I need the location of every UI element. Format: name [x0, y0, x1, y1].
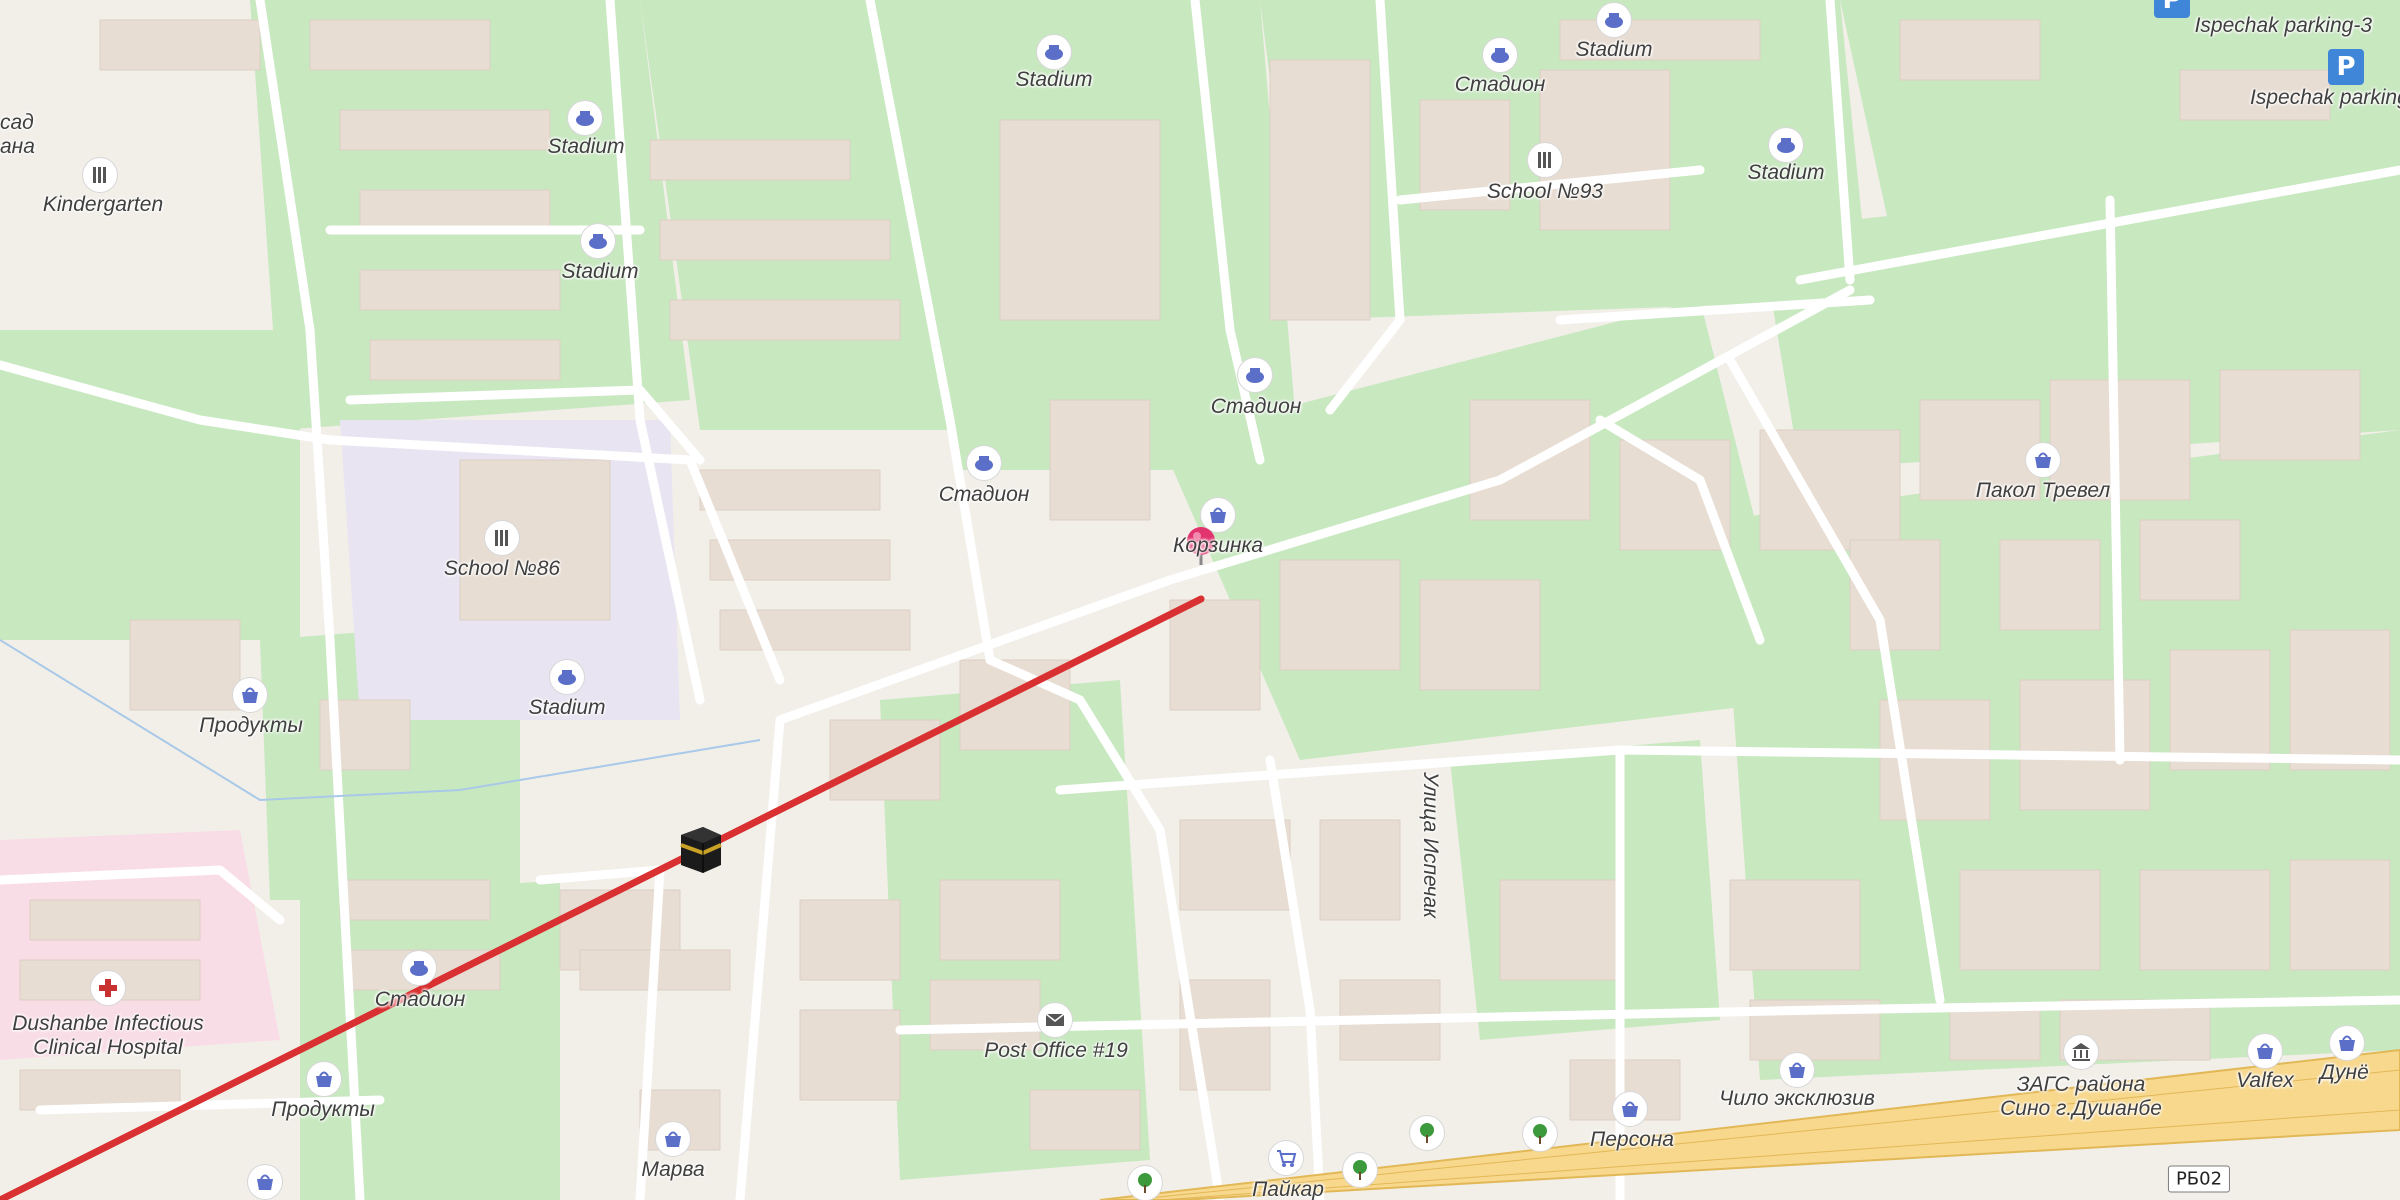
stadion-label: Стадион [374, 987, 466, 1011]
stadium-icon[interactable] [1597, 3, 1631, 37]
stadium-label: Stadium [528, 695, 606, 719]
shop-label: Корзинка [1172, 533, 1264, 557]
stadium-icon[interactable] [568, 101, 602, 135]
townhall-icon[interactable] [2064, 1035, 2098, 1069]
shop-icon[interactable] [656, 1122, 690, 1156]
parking-label: Ispechak parking [2250, 85, 2400, 109]
shop-label: Чило эксклюзив [1719, 1086, 1875, 1110]
street-label: Улица Испечак [1419, 771, 1443, 919]
shop-icon[interactable] [2026, 443, 2060, 477]
townhall-label: ЗАГС района Сино г.Душанбе [2000, 1072, 2162, 1120]
shop-label: Valfex [2236, 1068, 2294, 1092]
shop-label: Пакол Тревел [1975, 478, 2111, 502]
tree-icon [1410, 1116, 1444, 1150]
shop-icon[interactable] [2248, 1034, 2282, 1068]
stadium-icon[interactable] [581, 224, 615, 258]
shop-icon[interactable] [2330, 1026, 2364, 1060]
kindergarten-partial-label: сад ана [0, 110, 35, 158]
stadium-icon[interactable] [1483, 38, 1517, 72]
stadium-label: Stadium [1747, 160, 1825, 184]
stadium-icon[interactable] [1037, 35, 1071, 69]
school-label: School №93 [1486, 179, 1604, 203]
shop-icon[interactable] [1613, 1092, 1647, 1126]
shop-label: Марва [641, 1157, 705, 1181]
shop-label: Персона [1590, 1127, 1674, 1151]
school-icon[interactable] [485, 521, 519, 555]
stadium-label: Stadium [561, 259, 639, 283]
hospital-icon[interactable] [91, 971, 125, 1005]
kindergarten-label: Kindergarten [42, 192, 164, 216]
stadium-icon[interactable] [402, 951, 436, 985]
shop-icon[interactable] [248, 1165, 282, 1199]
shop-label: Продукты [199, 713, 303, 737]
shop-icon[interactable] [1780, 1053, 1814, 1087]
hospital-label: Dushanbe Infectious Clinical Hospital [12, 1011, 204, 1059]
shop-label: Пайкар [1252, 1177, 1324, 1200]
stadium-label: Stadium [547, 134, 625, 158]
stadion-label: Стадион [1210, 394, 1302, 418]
school-icon[interactable] [83, 158, 117, 192]
stadium-label: Stadium [1015, 67, 1093, 91]
tree-icon [1523, 1117, 1557, 1151]
mosque-landmark-icon[interactable] [673, 821, 727, 875]
stadium-icon[interactable] [967, 446, 1001, 480]
shop-icon[interactable] [307, 1062, 341, 1096]
stadium-icon[interactable] [1769, 128, 1803, 162]
road-shield: РБ02 [2167, 1165, 2231, 1193]
shop-label: Продукты [271, 1097, 375, 1121]
map-base-layer[interactable] [0, 0, 2400, 1200]
shop-label: Дунё [2320, 1060, 2369, 1084]
school-icon[interactable] [1528, 143, 1562, 177]
parking-icon[interactable]: P [2328, 49, 2364, 85]
mail-icon[interactable] [1038, 1003, 1072, 1037]
school-label: School №86 [443, 556, 561, 580]
stadium-icon[interactable] [550, 660, 584, 694]
map-canvas[interactable]: P P сад ана Kindergarten Stadium Stadium… [0, 0, 2400, 1200]
tree-icon [1343, 1153, 1377, 1187]
stadion-label: Стадион [938, 482, 1030, 506]
shop-icon[interactable] [233, 678, 267, 712]
tree-icon [1128, 1166, 1162, 1200]
stadium-icon[interactable] [1238, 358, 1272, 392]
parking-label: Ispechak parking-3 [2194, 13, 2372, 37]
stadion-label: Стадион [1454, 72, 1546, 96]
post-office-label: Post Office #19 [984, 1038, 1128, 1062]
parking-icon[interactable]: P [2154, 0, 2190, 18]
stadium-label: Stadium [1575, 37, 1653, 61]
shopping-cart-icon[interactable] [1269, 1141, 1303, 1175]
